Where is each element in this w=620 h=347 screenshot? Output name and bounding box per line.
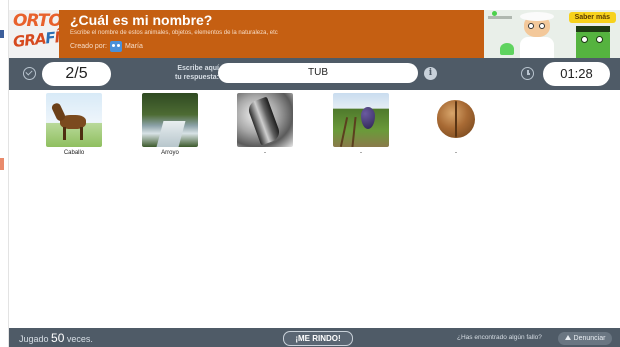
author-avatar-icon[interactable] xyxy=(109,41,122,52)
metal-tube-image xyxy=(237,93,293,147)
walnut-image xyxy=(428,93,484,147)
item-caption: Arroyo xyxy=(161,150,179,156)
warning-icon xyxy=(564,335,571,340)
item-card[interactable]: Caballo xyxy=(46,93,102,156)
item-caption: Caballo xyxy=(63,150,85,156)
monster-icon xyxy=(576,28,610,58)
item-card[interactable]: Arroyo xyxy=(142,93,198,156)
item-card[interactable]: - xyxy=(333,93,389,156)
item-caption: - xyxy=(455,150,457,156)
game-frame: ORTO GRAFÍA ¿Cuál es mi nombre? Escribe … xyxy=(0,0,620,347)
clock-icon xyxy=(521,67,534,80)
created-by-label: Creado por: xyxy=(70,43,107,50)
stream-image xyxy=(142,93,198,147)
progress-counter: 2/5 xyxy=(42,62,111,86)
header: ORTO GRAFÍA ¿Cuál es mi nombre? Escribe … xyxy=(9,10,620,58)
saber-mas-button[interactable]: Saber más xyxy=(568,12,616,23)
characters-illustration: Saber más xyxy=(484,10,620,58)
game-title: ¿Cuál es mi nombre? xyxy=(70,12,213,28)
ortografia-logo[interactable]: ORTO GRAFÍA xyxy=(9,10,59,58)
info-icon[interactable]: i xyxy=(424,67,437,80)
answer-input[interactable] xyxy=(218,63,418,83)
author-name[interactable]: María xyxy=(125,43,143,50)
horse-image xyxy=(46,93,102,147)
left-edge-panel xyxy=(0,0,9,347)
footer: Jugado 50 veces. ¡ME RINDO! ¿Has encontr… xyxy=(9,328,620,347)
game-toolbar: 2/5 Escribe aquí tu respuesta: i 01:28 xyxy=(9,58,620,90)
played-count: Jugado 50 veces. xyxy=(19,331,93,345)
report-button[interactable]: Denunciar xyxy=(558,332,612,345)
item-caption: - xyxy=(264,150,266,156)
check-circle-icon xyxy=(23,67,36,80)
vineyard-image xyxy=(333,93,389,147)
item-caption: - xyxy=(360,150,362,156)
item-card[interactable]: - xyxy=(237,93,293,156)
found-error-text: ¿Has encontrado algún fallo? xyxy=(457,334,542,341)
game-subtitle: Escribe el nombre de estos animales, obj… xyxy=(70,30,278,36)
left-edge-tab[interactable] xyxy=(0,30,4,38)
give-up-button[interactable]: ¡ME RINDO! xyxy=(283,331,353,346)
timer-display: 01:28 xyxy=(543,62,610,86)
items-gallery: Caballo Arroyo - - - xyxy=(9,90,620,328)
answer-prompt: Escribe aquí tu respuesta: xyxy=(175,65,219,81)
creator-line: Creado por: María xyxy=(70,41,143,52)
left-edge-marker[interactable] xyxy=(0,158,4,170)
item-card[interactable]: - xyxy=(428,93,484,156)
